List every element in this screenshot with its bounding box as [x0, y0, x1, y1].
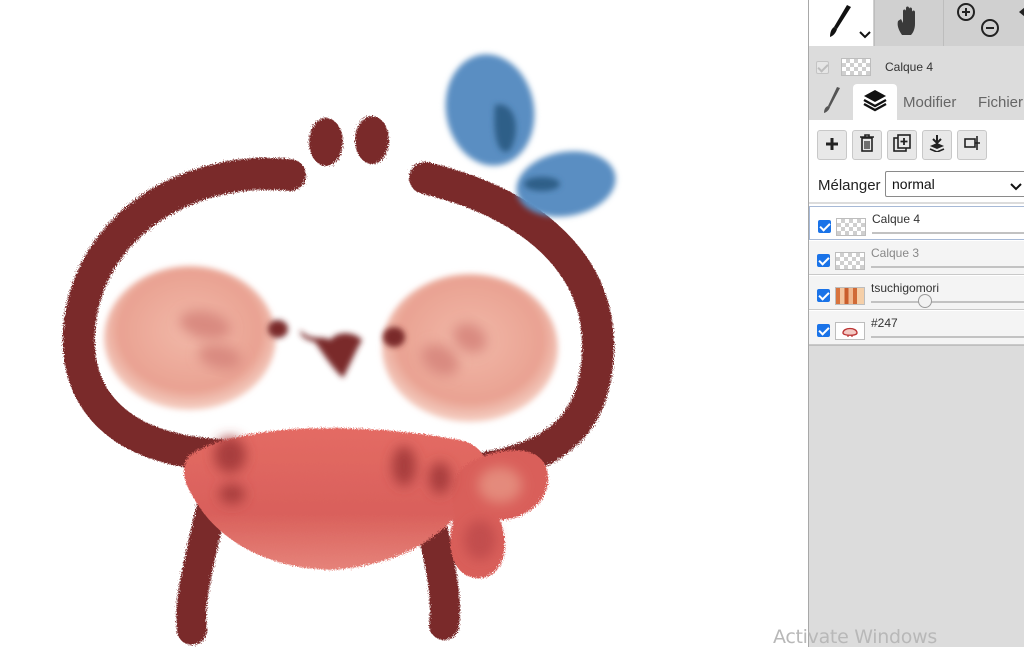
layer-row[interactable]: Calque 4: [809, 206, 1024, 240]
chevron-down-icon[interactable]: [859, 24, 871, 43]
tool-hand[interactable]: [874, 0, 942, 46]
zoom-in-icon[interactable]: [956, 2, 976, 26]
add-layer-icon: [825, 136, 839, 155]
panel-tabs: Modifier Fichier: [809, 84, 1024, 120]
layer-name: Calque 3: [871, 246, 920, 260]
duplicate-layer-icon: [893, 134, 911, 156]
current-layer-indicator: Calque 4: [809, 52, 1024, 82]
opacity-slider-knob[interactable]: [918, 294, 933, 308]
tab-modifier[interactable]: Modifier: [903, 84, 956, 120]
layers-icon: [862, 88, 888, 116]
tab-brush[interactable]: [813, 84, 851, 120]
layer-name: tsuchigomori: [871, 281, 940, 295]
zoom-out-icon[interactable]: [980, 18, 1000, 42]
tab-layers[interactable]: [853, 84, 897, 120]
layer-opacity-slider[interactable]: [871, 294, 1024, 308]
arrow-left-icon[interactable]: [1019, 2, 1024, 21]
layer-thumbnail: [835, 252, 865, 270]
app-window: Calque 4 Modifier Fichier Mélanger norma…: [0, 0, 1024, 647]
side-panel: Calque 4 Modifier Fichier Mélanger norma…: [808, 0, 1024, 647]
layer-visibility-checkbox[interactable]: [817, 324, 830, 337]
layer-thumbnail: [836, 218, 866, 236]
transform-icon: [963, 134, 981, 156]
layer-opacity-slider[interactable]: [871, 266, 1024, 268]
layer-opacity-slider[interactable]: [871, 336, 1024, 338]
tool-brush[interactable]: [809, 0, 873, 46]
layer-toolbar: [809, 120, 1024, 170]
activate-windows-watermark: Activate Windows: [773, 626, 937, 647]
merge-down-icon: [928, 134, 946, 156]
duplicate-layer-button[interactable]: [887, 130, 917, 160]
blend-row: Mélanger normal: [809, 168, 1024, 202]
brush-icon: [819, 85, 845, 119]
artwork: [62, 54, 616, 645]
layer-thumbnail: [835, 322, 865, 340]
delete-layer-button[interactable]: [852, 130, 882, 160]
add-layer-button[interactable]: [817, 130, 847, 160]
current-layer-name: Calque 4: [885, 60, 934, 74]
delete-layer-icon: [859, 134, 875, 156]
layer-name: Calque 4: [872, 212, 921, 226]
tool-tabs: [809, 0, 1024, 46]
layer-opacity-slider[interactable]: [872, 232, 1024, 234]
current-layer-thumbnail: [841, 58, 871, 76]
hand-icon: [894, 5, 924, 41]
layer-row[interactable]: Calque 3: [809, 241, 1024, 275]
blend-label: Mélanger: [818, 176, 881, 194]
layer-visibility-checkbox[interactable]: [817, 254, 830, 267]
tool-zoom[interactable]: [943, 0, 1024, 46]
layer-visibility-checkbox[interactable]: [817, 289, 830, 302]
layers-list: Calque 4 Calque 3 tsuchigomori #247: [809, 204, 1024, 346]
drawing-canvas[interactable]: [0, 0, 808, 647]
tab-fichier[interactable]: Fichier: [978, 84, 1023, 120]
current-layer-checkbox[interactable]: [816, 60, 829, 74]
blend-mode-select[interactable]: normal: [885, 171, 1024, 197]
antennae: [309, 116, 389, 166]
layer-row[interactable]: #247: [809, 311, 1024, 345]
layer-row[interactable]: tsuchigomori: [809, 276, 1024, 310]
brush-icon: [821, 1, 861, 45]
layer-thumbnail: [835, 287, 865, 305]
transform-layer-button[interactable]: [957, 130, 987, 160]
layer-name: #247: [871, 316, 898, 330]
layer-visibility-checkbox[interactable]: [818, 220, 831, 233]
chevron-down-icon: [1010, 179, 1022, 195]
blend-mode-value: normal: [892, 176, 935, 192]
merge-down-button[interactable]: [922, 130, 952, 160]
